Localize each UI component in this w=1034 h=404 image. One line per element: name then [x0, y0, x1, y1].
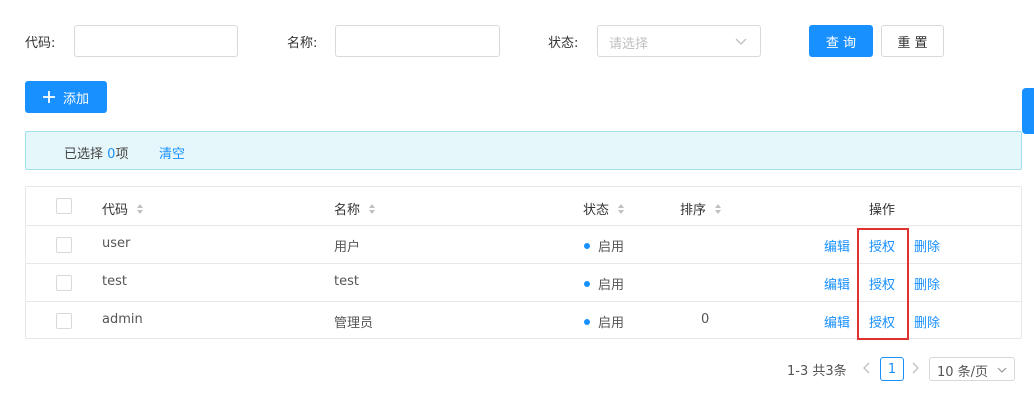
- chevron-down-icon: [997, 367, 1007, 373]
- column-name[interactable]: 名称: [334, 199, 376, 218]
- row-status-text: 启用: [598, 278, 625, 293]
- selection-alert: 已选择 0项 清空: [25, 131, 1022, 170]
- row-checkbox[interactable]: [56, 237, 72, 253]
- column-status[interactable]: 状态: [583, 199, 625, 218]
- edit-link[interactable]: 编辑: [824, 312, 850, 331]
- side-drawer-handle[interactable]: [1022, 88, 1034, 134]
- status-label: 状态:: [548, 36, 579, 51]
- table-header: 代码 名称 状态 排序 操作: [26, 187, 1021, 226]
- row-code: user: [102, 236, 131, 251]
- column-actions: 操作: [869, 203, 896, 218]
- sort-icon: [715, 204, 722, 214]
- row-status: 启用: [584, 312, 624, 331]
- page-size-select[interactable]: 10 条/页: [929, 357, 1015, 381]
- row-status: 启用: [584, 236, 624, 255]
- row-code: admin: [102, 312, 143, 327]
- code-input[interactable]: [74, 25, 238, 57]
- sort-icon: [137, 204, 144, 214]
- selection-suffix: 项: [115, 147, 129, 162]
- name-input[interactable]: [335, 25, 500, 57]
- delete-link[interactable]: 删除: [914, 312, 940, 331]
- plus-icon: [42, 91, 55, 103]
- column-name-label: 名称: [334, 203, 361, 218]
- status-dot-icon: [584, 243, 590, 249]
- query-button[interactable]: 查 询: [809, 25, 873, 57]
- row-checkbox[interactable]: [56, 275, 72, 291]
- add-button-label: 添加: [62, 91, 89, 107]
- row-name: test: [334, 274, 359, 289]
- status-select[interactable]: 请选择: [597, 25, 761, 57]
- selection-info: 已选择 0项: [64, 143, 128, 162]
- edit-link[interactable]: 编辑: [824, 274, 850, 293]
- row-name: 用户: [334, 240, 361, 255]
- clear-selection-link[interactable]: 清空: [159, 143, 185, 162]
- code-label: 代码:: [25, 36, 56, 51]
- column-code-label: 代码: [102, 203, 129, 218]
- pagination-total: 1-3 共3条: [787, 364, 847, 379]
- edit-link[interactable]: 编辑: [824, 236, 850, 255]
- chevron-down-icon: [735, 38, 747, 45]
- status-placeholder: 请选择: [609, 37, 649, 52]
- selection-prefix: 已选择: [64, 147, 104, 162]
- row-checkbox[interactable]: [56, 313, 72, 329]
- name-label: 名称:: [287, 36, 318, 51]
- row-sort: 0: [701, 312, 710, 327]
- page-size-value: 10 条/页: [937, 365, 989, 380]
- chevron-left-icon[interactable]: [862, 362, 872, 374]
- delete-link[interactable]: 删除: [914, 236, 940, 255]
- status-dot-icon: [584, 319, 590, 325]
- chevron-right-icon[interactable]: [910, 362, 920, 374]
- row-status-text: 启用: [598, 316, 625, 331]
- row-status-text: 启用: [598, 240, 625, 255]
- delete-link[interactable]: 删除: [914, 274, 940, 293]
- column-sort-label: 排序: [680, 203, 707, 218]
- status-dot-icon: [584, 281, 590, 287]
- row-status: 启用: [584, 274, 624, 293]
- pagination-page[interactable]: 1: [880, 357, 904, 381]
- sort-icon: [369, 204, 376, 214]
- column-code[interactable]: 代码: [102, 199, 144, 218]
- column-status-label: 状态: [583, 203, 610, 218]
- sort-icon: [618, 204, 625, 214]
- grant-highlight-box: [857, 228, 909, 340]
- row-name: 管理员: [334, 316, 374, 331]
- reset-button[interactable]: 重 置: [881, 25, 944, 57]
- row-code: test: [102, 274, 127, 289]
- column-sort[interactable]: 排序: [680, 199, 722, 218]
- select-all-checkbox[interactable]: [56, 198, 72, 214]
- add-button[interactable]: 添加: [25, 81, 107, 113]
